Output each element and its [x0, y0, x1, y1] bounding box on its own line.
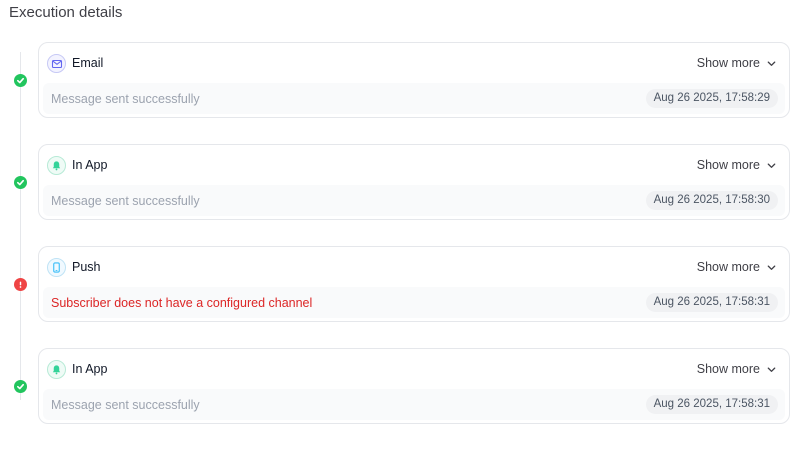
- show-more-label: Show more: [696, 362, 760, 376]
- channel-label: Email: [72, 56, 104, 70]
- show-more-button[interactable]: Show more: [697, 158, 777, 172]
- chevron-down-icon: [767, 264, 776, 270]
- channel-label: In App: [72, 362, 108, 376]
- step-card-email: Email Show more Message sent successfull…: [38, 42, 790, 118]
- step-card-body: Message sent successfully Aug 26 2025, 1…: [43, 185, 785, 216]
- success-check-icon: [14, 74, 27, 87]
- email-icon: [47, 54, 66, 73]
- show-more-label: Show more: [696, 56, 760, 70]
- step-card-body: Message sent successfully Aug 26 2025, 1…: [43, 389, 785, 420]
- error-alert-icon: [14, 278, 27, 291]
- step-card-body: Subscriber does not have a configured ch…: [43, 287, 785, 318]
- timestamp-badge: Aug 26 2025, 17:58:31: [645, 395, 778, 414]
- step-card-header: In App Show more: [39, 349, 789, 389]
- chevron-down-icon: [767, 366, 776, 372]
- channel-label: In App: [72, 158, 108, 172]
- step-message: Message sent successfully: [51, 92, 200, 106]
- timeline-line: [20, 52, 21, 400]
- chevron-down-icon: [767, 162, 776, 168]
- step-card-in-app: In App Show more Message sent successful…: [38, 144, 790, 220]
- step-card-push: Push Show more Subscriber does not have …: [38, 246, 790, 322]
- step-card-in-app: In App Show more Message sent successful…: [38, 348, 790, 424]
- show-more-label: Show more: [696, 158, 760, 172]
- step-message: Message sent successfully: [51, 398, 200, 412]
- step-card-body: Message sent successfully Aug 26 2025, 1…: [43, 83, 785, 114]
- section-title: Execution details: [9, 4, 123, 21]
- bell-icon: [47, 360, 66, 379]
- step-message: Message sent successfully: [51, 194, 200, 208]
- mobile-icon: [47, 258, 66, 277]
- step-error-message: Subscriber does not have a configured ch…: [51, 296, 313, 310]
- step-card-header: Email Show more: [39, 43, 789, 83]
- channel-label: Push: [72, 260, 101, 274]
- timestamp-badge: Aug 26 2025, 17:58:30: [645, 191, 778, 210]
- chevron-down-icon: [767, 60, 776, 66]
- bell-icon: [47, 156, 66, 175]
- success-check-icon: [14, 176, 27, 189]
- success-check-icon: [14, 380, 27, 393]
- timestamp-badge: Aug 26 2025, 17:58:29: [645, 89, 778, 108]
- show-more-button[interactable]: Show more: [697, 56, 777, 70]
- step-card-header: In App Show more: [39, 145, 789, 185]
- show-more-label: Show more: [696, 260, 760, 274]
- show-more-button[interactable]: Show more: [697, 260, 777, 274]
- show-more-button[interactable]: Show more: [697, 362, 777, 376]
- step-card-header: Push Show more: [39, 247, 789, 287]
- timestamp-badge: Aug 26 2025, 17:58:31: [645, 293, 778, 312]
